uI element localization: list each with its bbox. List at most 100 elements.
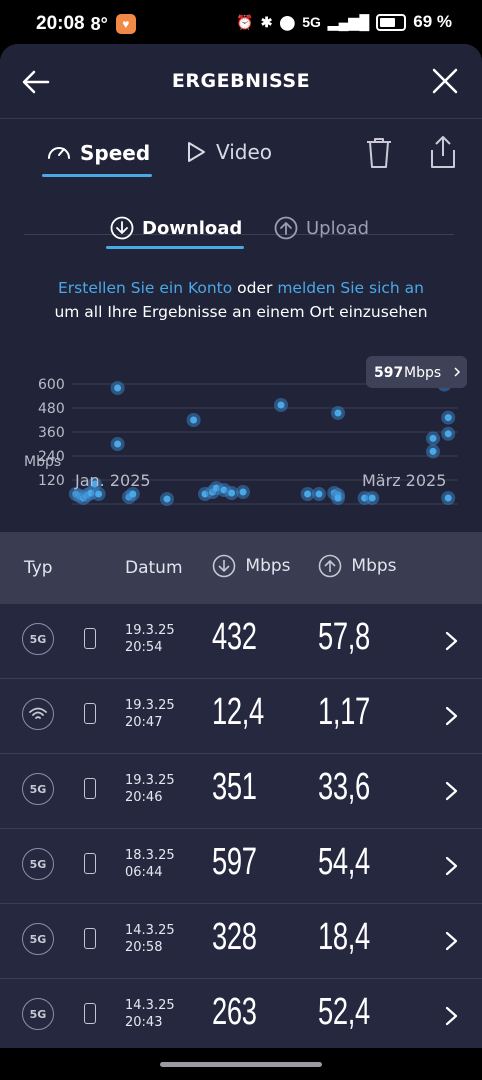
data-point[interactable] — [239, 488, 247, 496]
table-row[interactable]: 5G 14.3.25 20:43 263 52,4 — [0, 979, 482, 1048]
header-download-label: Mbps — [245, 556, 291, 576]
data-point[interactable] — [304, 490, 312, 498]
tooltip-unit: Mbps — [404, 365, 441, 381]
table-header: Typ Datum Mbps Mbps — [0, 532, 482, 604]
row-download-value: 351 — [212, 766, 257, 808]
data-point[interactable] — [334, 494, 342, 502]
data-point[interactable] — [429, 434, 437, 442]
row-upload-value: 54,4 — [318, 841, 370, 883]
account-prompt: Erstellen Sie ein Konto oder melden Sie … — [0, 276, 482, 324]
network-5g-icon: 5G — [22, 923, 54, 955]
download-icon — [110, 216, 134, 240]
data-point[interactable] — [114, 384, 122, 392]
network-5g-icon: 5G — [22, 848, 54, 880]
upload-icon — [274, 216, 298, 240]
status-temperature: 8° — [90, 13, 108, 34]
header-upload-label: Mbps — [351, 556, 397, 576]
phone-icon — [84, 1003, 96, 1024]
chart-tooltip[interactable]: 597 Mbps — [366, 356, 467, 388]
create-account-link[interactable]: Erstellen Sie ein Konto — [58, 279, 232, 297]
close-icon[interactable] — [430, 66, 460, 96]
chevron-right-icon — [445, 931, 458, 951]
data-point[interactable] — [334, 409, 342, 417]
x-label-end: März 2025 — [362, 471, 446, 490]
y-tick-label: 480 — [38, 401, 65, 417]
chevron-right-icon — [445, 1006, 458, 1026]
data-point[interactable] — [277, 401, 285, 409]
network-5g-icon: 5G — [22, 623, 54, 655]
data-point[interactable] — [368, 494, 376, 502]
phone-icon — [84, 778, 96, 799]
subtab-upload[interactable]: Upload — [274, 216, 369, 240]
data-point[interactable] — [444, 414, 452, 422]
table-row[interactable]: 19.3.25 20:47 12,4 1,17 — [0, 679, 482, 754]
data-point[interactable] — [444, 494, 452, 502]
header-download: Mbps — [212, 554, 291, 578]
data-point[interactable] — [190, 416, 198, 424]
location-icon: ⬤ — [279, 13, 296, 30]
table-row[interactable]: 5G 18.3.25 06:44 597 54,4 — [0, 829, 482, 904]
data-point[interactable] — [95, 490, 103, 498]
subtab-active-indicator — [106, 246, 244, 249]
tab-bar: Speed Video — [0, 132, 482, 192]
tab-video-label: Video — [216, 140, 273, 164]
header-date: Datum — [125, 558, 183, 578]
row-time: 20:47 — [125, 715, 163, 730]
data-point[interactable] — [228, 489, 236, 497]
row-datetime: 18.3.25 06:44 — [125, 847, 175, 881]
subtab-upload-label: Upload — [306, 217, 370, 239]
subtab-download[interactable]: Download — [110, 216, 242, 240]
table-row[interactable]: 5G 19.3.25 20:54 432 57,8 — [0, 604, 482, 679]
sign-in-link[interactable]: melden Sie sich an — [277, 279, 424, 297]
header-type: Typ — [24, 558, 53, 578]
row-time: 20:54 — [125, 640, 163, 655]
results-chart: 600480360240120 Mbps Jan. 2025 März 2025… — [24, 356, 467, 506]
chevron-right-icon — [445, 781, 458, 801]
row-date: 19.3.25 — [125, 773, 175, 788]
row-datetime: 19.3.25 20:47 — [125, 697, 175, 731]
row-upload-value: 18,4 — [318, 916, 370, 958]
status-time: 20:08 — [36, 13, 85, 34]
phone-icon — [84, 703, 96, 724]
data-point[interactable] — [129, 490, 137, 498]
y-tick-label: 360 — [38, 425, 65, 441]
phone-icon — [84, 853, 96, 874]
data-point[interactable] — [114, 440, 122, 448]
row-download-value: 597 — [212, 841, 257, 883]
home-gesture-bar[interactable] — [160, 1062, 322, 1067]
play-icon — [188, 142, 205, 162]
trash-icon[interactable] — [364, 136, 394, 170]
battery-level: 69 % — [413, 12, 452, 31]
phone-icon — [84, 928, 96, 949]
navigation-bar — [0, 1048, 482, 1080]
chevron-right-icon — [445, 631, 458, 651]
row-date: 18.3.25 — [125, 848, 175, 863]
data-point[interactable] — [163, 495, 171, 503]
tab-video[interactable]: Video — [184, 140, 272, 164]
row-upload-value: 57,8 — [318, 616, 370, 658]
data-point[interactable] — [444, 430, 452, 438]
status-icons: ⏰ ✱ ⬤ 5G ▂▄▆█ 69 % — [236, 12, 452, 32]
tooltip-value: 597 — [374, 365, 403, 381]
network-5g-icon: 5G — [22, 773, 54, 805]
row-download-value: 263 — [212, 991, 257, 1033]
row-download-value: 12,4 — [212, 691, 264, 733]
wifi-icon — [22, 698, 54, 730]
tab-speed[interactable]: Speed — [46, 140, 150, 166]
row-download-value: 328 — [212, 916, 257, 958]
chevron-right-icon — [445, 706, 458, 726]
data-point[interactable] — [429, 447, 437, 455]
share-icon[interactable] — [428, 134, 458, 170]
results-screen: ERGEBNISSE Speed Video Download Upload E… — [0, 44, 482, 1048]
row-datetime: 19.3.25 20:54 — [125, 622, 175, 656]
data-point[interactable] — [315, 490, 323, 498]
signal-icon: ▂▄▆█ — [327, 13, 370, 30]
network-5g-icon: 5G — [22, 998, 54, 1030]
subtab-download-label: Download — [142, 217, 243, 239]
row-download-value: 432 — [212, 616, 257, 658]
account-prompt-or: oder — [237, 279, 273, 297]
row-time: 06:44 — [125, 865, 163, 880]
table-row[interactable]: 5G 19.3.25 20:46 351 33,6 — [0, 754, 482, 829]
table-row[interactable]: 5G 14.3.25 20:58 328 18,4 — [0, 904, 482, 979]
row-datetime: 14.3.25 20:43 — [125, 997, 175, 1031]
